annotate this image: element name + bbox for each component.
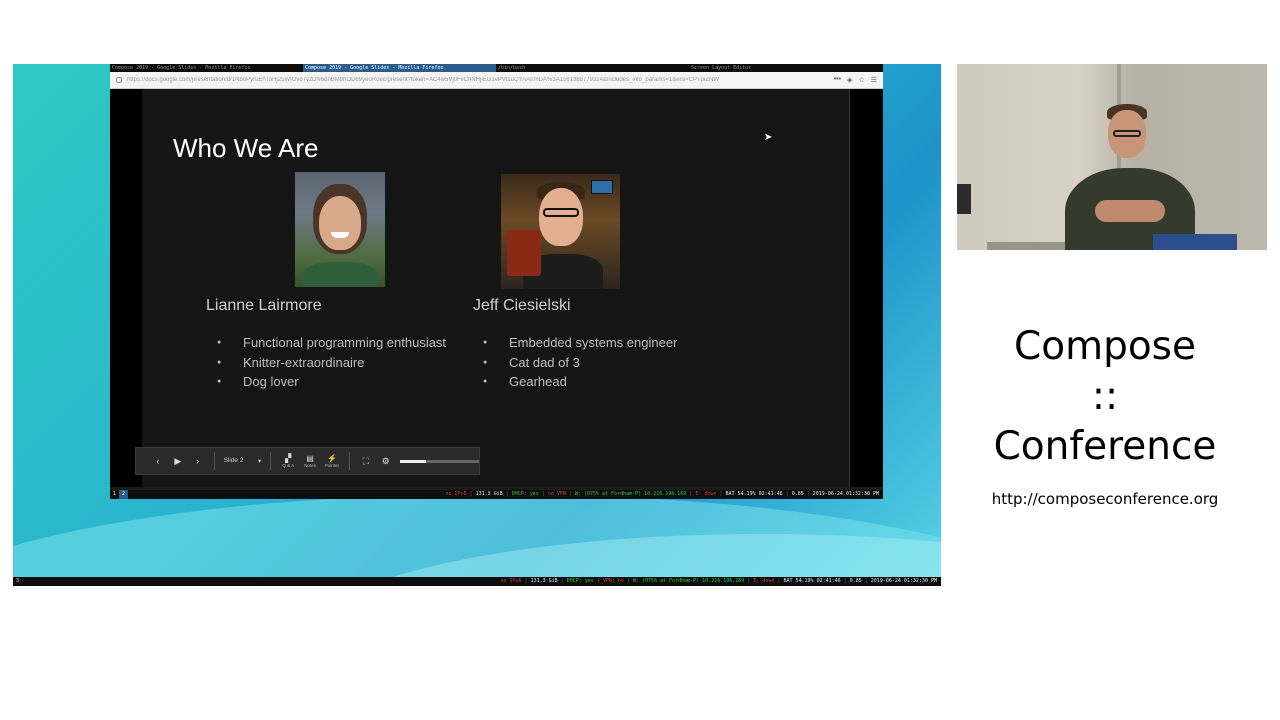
wm-tab[interactable]: /bin/bash bbox=[496, 64, 689, 72]
status-segment: no IPv6 bbox=[445, 491, 467, 497]
status-segments: no IPv6 | 131.3 GiB | DHCP: yes | VPN: n… bbox=[500, 578, 937, 584]
slide-select-label: Slide 2 bbox=[223, 457, 244, 464]
qa-label: Q & A bbox=[282, 462, 295, 468]
toolbar-divider bbox=[270, 452, 272, 470]
window-manager-tabs: Compose 2019 - Google Slides - Mozilla F… bbox=[110, 64, 883, 72]
slide-presentation-area[interactable]: Who We Are Lianne Lairmore ● Functional … bbox=[110, 89, 883, 487]
firefox-window[interactable]: Compose 2019 - Google Slides - Mozilla F… bbox=[110, 64, 883, 499]
slide-select[interactable]: Slide 2 ▾ bbox=[221, 457, 265, 465]
status-segments: no IPv6 | 131.3 GiB | DHCP: yes | no VPN… bbox=[445, 491, 879, 497]
person-name: Jeff Ciesielski bbox=[473, 297, 571, 314]
status-segment: E: down bbox=[695, 491, 717, 497]
workspace-indicator[interactable]: 3 bbox=[13, 577, 22, 586]
url-text[interactable]: https://docs.google.com/presentation/d/1… bbox=[127, 77, 834, 83]
status-segment: 131.3 GiB bbox=[475, 491, 503, 497]
qa-button[interactable]: ▞ Q & A bbox=[277, 454, 299, 469]
bullet-item: Dog lover bbox=[217, 372, 446, 392]
wm-tab[interactable]: Compose 2019 - Google Slides - Mozilla F… bbox=[110, 64, 303, 72]
dropdown-caret-icon: ▾ bbox=[258, 458, 262, 465]
status-segment: no VPN bbox=[547, 491, 566, 497]
slides-present-toolbar[interactable]: ‹ ▶ › Slide 2 ▾ ▞ Q & A ▤ Notes ⚡ Pointe… bbox=[135, 447, 480, 475]
qa-icon: ▞ bbox=[285, 453, 292, 463]
lock-icon bbox=[116, 77, 122, 83]
status-segment: W: (075% at Fordham-P) 10.216.196.169 bbox=[632, 578, 745, 584]
status-segment: 131.3 GiB bbox=[530, 578, 558, 584]
conference-url[interactable]: http://composeconference.org bbox=[957, 490, 1253, 508]
status-segment: no IPv6 bbox=[500, 578, 522, 584]
volume-fill bbox=[399, 459, 426, 463]
bullet-item: Gearhead bbox=[483, 372, 677, 392]
status-segment: 0.85 bbox=[849, 578, 862, 584]
menu-icon[interactable]: ☰ bbox=[871, 76, 877, 84]
status-segment: DHCP: yes bbox=[511, 491, 539, 497]
bullet-item: Embedded systems engineer bbox=[483, 333, 677, 353]
brand-line-conference: Conference bbox=[993, 424, 1217, 469]
toolbar-divider bbox=[213, 452, 215, 470]
pocket-icon[interactable]: ◈ bbox=[847, 76, 852, 84]
bullet-item: Cat dad of 3 bbox=[483, 353, 677, 373]
slide[interactable]: Who We Are Lianne Lairmore ● Functional … bbox=[135, 89, 849, 487]
gear-icon[interactable]: ⚙ bbox=[376, 456, 396, 467]
pointer-button[interactable]: ⚡ Pointer bbox=[321, 454, 343, 469]
bookmark-star-icon[interactable]: ☆ bbox=[858, 76, 864, 84]
pointer-icon: ⚡ bbox=[326, 453, 337, 463]
bullet-item: Knitter-extraordinaire bbox=[217, 353, 446, 373]
person-name: Lianne Lairmore bbox=[206, 297, 322, 314]
photo-lianne bbox=[295, 172, 385, 287]
status-segment: 2019-06-24 01:32:30 PM bbox=[870, 578, 937, 584]
next-slide-icon[interactable]: › bbox=[188, 456, 208, 466]
workspace-indicator[interactable]: 2 bbox=[119, 490, 129, 499]
status-segment: W: (075% at Fordham-P) 10.216.196.169 bbox=[574, 491, 687, 497]
outer-status-bar: 3 no IPv6 | 131.3 GiB | DHCP: yes | VPN: … bbox=[13, 577, 941, 586]
speaker-webcam bbox=[957, 64, 1267, 250]
status-segment: 0.85 bbox=[791, 491, 804, 497]
status-segment: BAT 54.19% 02:41:46 bbox=[783, 578, 841, 584]
slide-edge bbox=[849, 89, 850, 487]
brand-line-compose: Compose bbox=[1013, 324, 1196, 369]
volume-slider[interactable] bbox=[399, 459, 479, 463]
workspace-indicator[interactable]: 1 bbox=[110, 490, 119, 499]
status-segment: 2019-06-24 01:32:30 PM bbox=[812, 491, 879, 497]
status-segment: BAT 54.19% 02:41:46 bbox=[725, 491, 783, 497]
notes-button[interactable]: ▤ Notes bbox=[299, 454, 321, 469]
status-segment: DHCP: yes bbox=[566, 578, 594, 584]
status-segment: E: down bbox=[753, 578, 775, 584]
person-bullets: Embedded systems engineer Cat dad of 3 G… bbox=[483, 333, 677, 392]
play-icon[interactable]: ▶ bbox=[168, 456, 188, 467]
pointer-label: Pointer bbox=[324, 462, 340, 468]
url-actions: ••• ◈ ☆ ☰ bbox=[834, 76, 877, 84]
wm-tab[interactable]: Compose 2019 - Google Slides - Mozilla F… bbox=[303, 64, 496, 72]
person-bullets: Functional programming enthusiast Knitte… bbox=[217, 333, 446, 392]
notes-icon: ▤ bbox=[306, 453, 314, 463]
more-actions-icon[interactable]: ••• bbox=[834, 76, 841, 84]
previous-slide-icon[interactable]: ‹ bbox=[148, 456, 168, 466]
brand-line-separator: :: bbox=[1091, 374, 1119, 419]
bullet-item: Functional programming enthusiast bbox=[217, 333, 446, 353]
wm-tab[interactable]: Screen Layout Editor bbox=[689, 64, 882, 72]
conference-branding: Compose :: Conference http://composeconf… bbox=[957, 322, 1253, 508]
desktop-capture: Compose 2019 - Google Slides - Mozilla F… bbox=[13, 64, 941, 586]
mouse-cursor-icon: ➤ bbox=[764, 132, 773, 143]
toolbar-divider bbox=[348, 452, 350, 470]
slide-title: Who We Are bbox=[173, 133, 319, 163]
fullscreen-icon[interactable]: ⛶ bbox=[356, 456, 376, 467]
photo-jeff bbox=[501, 174, 620, 289]
notes-label: Notes bbox=[304, 462, 316, 468]
inner-status-bar: 1 2 no IPv6 | 131.3 GiB | DHCP: yes | no V… bbox=[110, 490, 883, 499]
url-bar[interactable]: https://docs.google.com/presentation/d/1… bbox=[110, 72, 883, 89]
status-segment: VPN: no bbox=[602, 578, 624, 584]
